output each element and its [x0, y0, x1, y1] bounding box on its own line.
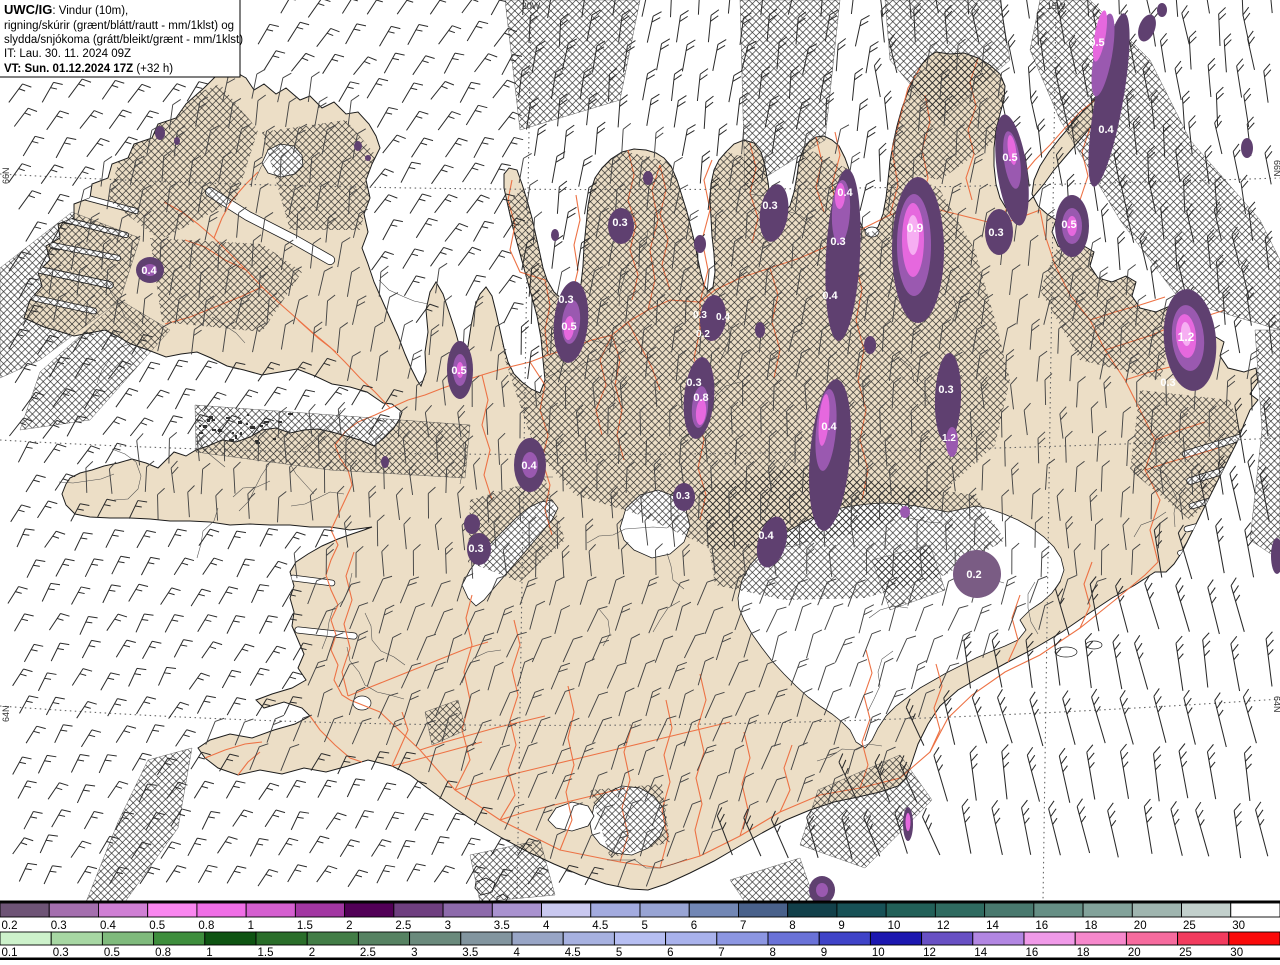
svg-text:0.8: 0.8 — [198, 920, 214, 932]
svg-text:0.4: 0.4 — [822, 290, 838, 302]
svg-text:2.5: 2.5 — [395, 920, 411, 932]
svg-text:1: 1 — [248, 920, 254, 932]
svg-text:1.2: 1.2 — [1178, 330, 1195, 344]
svg-text:20: 20 — [1134, 920, 1147, 932]
svg-text:18: 18 — [1085, 920, 1098, 932]
svg-text:64N: 64N — [1, 705, 11, 722]
svg-text:66N: 66N — [1272, 160, 1280, 177]
svg-text:rigning/skúrir (grænt/blátt/ra: rigning/skúrir (grænt/blátt/rautt - mm/1… — [4, 20, 234, 32]
svg-text:30: 30 — [1232, 920, 1245, 932]
svg-text:4: 4 — [514, 947, 521, 959]
svg-text:16: 16 — [1026, 947, 1039, 959]
svg-text:0.2: 0.2 — [696, 329, 710, 340]
svg-text:2: 2 — [309, 947, 315, 959]
svg-text:2.5: 2.5 — [360, 947, 376, 959]
svg-text:10: 10 — [888, 920, 901, 932]
svg-text:6: 6 — [691, 920, 697, 932]
svg-text:3.5: 3.5 — [494, 920, 510, 932]
svg-text:0.3: 0.3 — [53, 947, 69, 959]
svg-text:66N: 66N — [1, 167, 11, 184]
svg-text:0.4: 0.4 — [758, 530, 774, 542]
svg-text:0.3: 0.3 — [938, 384, 953, 396]
svg-text:slydda/snjókoma (grátt/bleikt/: slydda/snjókoma (grátt/bleikt/grænt - mm… — [4, 34, 243, 46]
svg-text:VT: Sun. 01.12.2024 17Z (+32 h: VT: Sun. 01.12.2024 17Z (+32 h) — [4, 63, 173, 75]
svg-text:0.5: 0.5 — [561, 321, 576, 333]
svg-text:25: 25 — [1183, 920, 1196, 932]
svg-text:0.5: 0.5 — [104, 947, 120, 959]
svg-text:3.5: 3.5 — [462, 947, 478, 959]
svg-text:UWC/IG: Vindur (10m),: UWC/IG: Vindur (10m), — [4, 2, 128, 17]
svg-text:0.4: 0.4 — [837, 187, 853, 199]
svg-text:5: 5 — [642, 920, 648, 932]
svg-text:0.4: 0.4 — [141, 265, 157, 277]
svg-text:0.4: 0.4 — [821, 421, 837, 433]
svg-text:4: 4 — [543, 920, 550, 932]
svg-text:25: 25 — [1179, 947, 1192, 959]
svg-text:7: 7 — [718, 947, 724, 959]
svg-text:20W: 20W — [522, 1, 541, 11]
svg-text:0.4: 0.4 — [716, 312, 730, 323]
svg-text:0.8: 0.8 — [693, 392, 708, 404]
svg-text:1.2: 1.2 — [942, 433, 956, 444]
svg-text:8: 8 — [789, 920, 795, 932]
svg-text:0.4: 0.4 — [1098, 124, 1114, 136]
svg-text:0.5: 0.5 — [1002, 152, 1017, 164]
svg-text:14: 14 — [974, 947, 987, 959]
svg-text:4.5: 4.5 — [592, 920, 608, 932]
svg-text:12: 12 — [923, 947, 936, 959]
svg-text:30: 30 — [1230, 947, 1243, 959]
svg-text:0.3: 0.3 — [686, 377, 701, 389]
svg-text:0.3: 0.3 — [51, 920, 67, 932]
svg-text:6: 6 — [667, 947, 673, 959]
svg-text:1.5: 1.5 — [297, 920, 313, 932]
svg-text:0.5: 0.5 — [149, 920, 165, 932]
svg-text:15W: 15W — [1047, 1, 1066, 11]
svg-text:0.4: 0.4 — [521, 460, 537, 472]
svg-text:0.3: 0.3 — [693, 310, 707, 321]
svg-text:14: 14 — [986, 920, 999, 932]
svg-text:0.5: 0.5 — [1089, 37, 1104, 49]
svg-text:18: 18 — [1077, 947, 1090, 959]
svg-text:0.5: 0.5 — [451, 365, 466, 377]
svg-text:7: 7 — [740, 920, 746, 932]
svg-text:12: 12 — [937, 920, 950, 932]
svg-text:0.8: 0.8 — [155, 947, 171, 959]
svg-text:9: 9 — [821, 947, 827, 959]
svg-text:3: 3 — [445, 920, 451, 932]
svg-text:16: 16 — [1035, 920, 1048, 932]
svg-text:0.3: 0.3 — [762, 200, 777, 212]
svg-text:IT: Lau. 30. 11. 2024 09Z: IT: Lau. 30. 11. 2024 09Z — [4, 48, 131, 60]
svg-text:9: 9 — [838, 920, 844, 932]
svg-text:0.1: 0.1 — [2, 947, 18, 959]
svg-text:5: 5 — [616, 947, 622, 959]
svg-text:8: 8 — [770, 947, 776, 959]
svg-text:2: 2 — [346, 920, 352, 932]
svg-text:4.5: 4.5 — [565, 947, 581, 959]
svg-text:0.2: 0.2 — [966, 569, 981, 581]
svg-text:0.3: 0.3 — [558, 294, 573, 306]
svg-text:0.3: 0.3 — [612, 217, 627, 229]
svg-text:0.9: 0.9 — [907, 221, 924, 235]
svg-text:1.5: 1.5 — [258, 947, 274, 959]
svg-text:0.3: 0.3 — [676, 491, 690, 502]
svg-text:10: 10 — [872, 947, 885, 959]
svg-text:0.3: 0.3 — [830, 236, 845, 248]
svg-text:0.5: 0.5 — [1061, 219, 1076, 231]
svg-text:0.3: 0.3 — [988, 227, 1003, 239]
svg-text:20: 20 — [1128, 947, 1141, 959]
svg-text:0.3: 0.3 — [468, 543, 483, 555]
svg-text:1: 1 — [206, 947, 212, 959]
svg-text:0.2: 0.2 — [2, 920, 18, 932]
svg-text:0.4: 0.4 — [100, 920, 117, 932]
svg-text:0.3: 0.3 — [1160, 377, 1175, 389]
svg-text:3: 3 — [411, 947, 417, 959]
svg-text:64N: 64N — [1272, 696, 1280, 713]
